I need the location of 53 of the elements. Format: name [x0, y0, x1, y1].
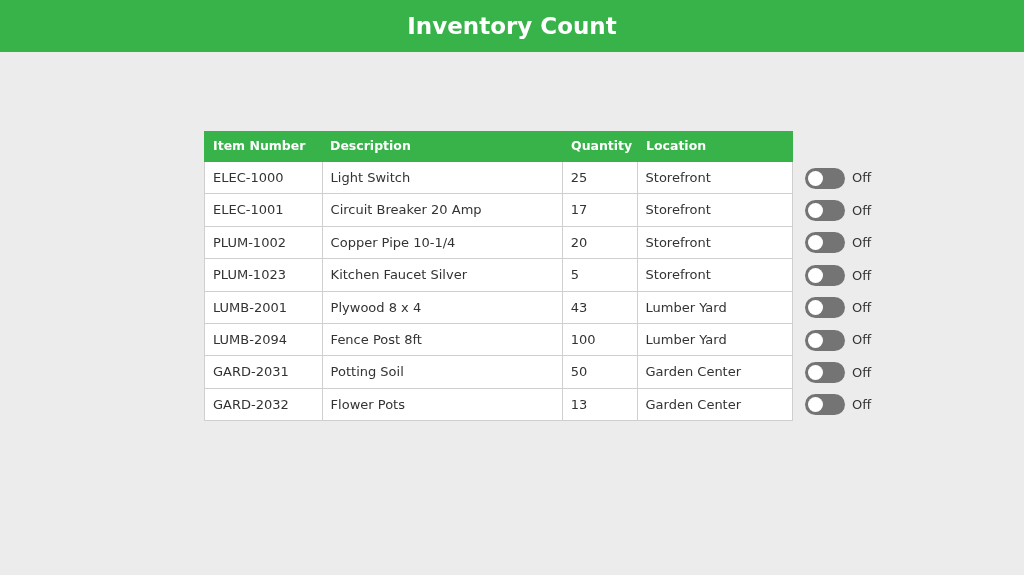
- table-cell-text: GARD-2032: [212, 395, 290, 414]
- toggle-label: Off: [852, 234, 872, 253]
- table-cell: 43: [561, 291, 637, 323]
- toggle-label: Off: [852, 331, 872, 350]
- table-cell: 5: [561, 259, 637, 291]
- table-cell: Kitchen Faucet Silver: [321, 259, 562, 291]
- table-cell: Flower Pots: [321, 388, 562, 421]
- table-cell: 50: [561, 356, 637, 388]
- table-cell: Storefront: [636, 162, 792, 194]
- table-cell: 20: [561, 226, 637, 259]
- table-cell: Storefront: [636, 194, 792, 226]
- toggle-switch[interactable]: [805, 232, 845, 254]
- toggle-switch[interactable]: [805, 200, 845, 222]
- toggle-switch[interactable]: [805, 264, 845, 286]
- table-cell: Plywood 8 x 4: [321, 291, 562, 323]
- column-header: Item Number: [213, 137, 306, 156]
- table-cell: 25: [561, 162, 637, 194]
- table-cell: Garden Center: [636, 356, 792, 388]
- table-cell-text: GARD-2031: [212, 363, 290, 382]
- table-cell: Circuit Breaker 20 Amp: [321, 194, 562, 226]
- table-cell: Storefront: [636, 226, 792, 259]
- table-cell: Garden Center: [636, 388, 792, 421]
- column-header: Quantity: [571, 137, 633, 156]
- toggle-label: Off: [852, 299, 872, 317]
- table-cell: Potting Soil: [321, 356, 562, 388]
- table-cell-text: ELEC-1001: [212, 201, 285, 220]
- toggle-switch[interactable]: [805, 394, 845, 416]
- table-cell: 100: [561, 323, 637, 356]
- page-title: Inventory Count: [407, 11, 617, 41]
- table-cell: Storefront: [636, 259, 792, 291]
- table-cell: 13: [561, 388, 637, 421]
- table-cell: Fence Post 8ft: [321, 323, 562, 356]
- table-cell-text: PLUM-1002: [212, 233, 287, 252]
- toggle-label: Off: [852, 266, 872, 285]
- column-header: Location: [646, 137, 707, 156]
- toggle-label: Off: [852, 363, 872, 382]
- table-cell: Lumber Yard: [636, 291, 792, 323]
- table-cell: 17: [561, 194, 637, 226]
- table-cell: Copper Pipe 10-1/4: [321, 226, 562, 259]
- table-cell-text: PLUM-1023: [212, 266, 287, 285]
- toggle-switch[interactable]: [805, 167, 845, 189]
- table-cell-text: LUMB-2094: [212, 330, 289, 349]
- toggle-switch[interactable]: [805, 362, 845, 384]
- column-header: Description: [330, 137, 411, 156]
- table-cell: Light Switch: [321, 162, 562, 194]
- table-cell-text: LUMB-2001: [212, 298, 289, 317]
- toggle-label: Off: [852, 169, 872, 188]
- toggle-switch[interactable]: [805, 297, 845, 319]
- table-cell: Lumber Yard: [636, 323, 792, 356]
- toggle-label: Off: [852, 201, 872, 220]
- toggle-label: Off: [852, 396, 872, 415]
- table-cell-text: ELEC-1000: [212, 168, 285, 187]
- toggle-switch[interactable]: [805, 329, 845, 351]
